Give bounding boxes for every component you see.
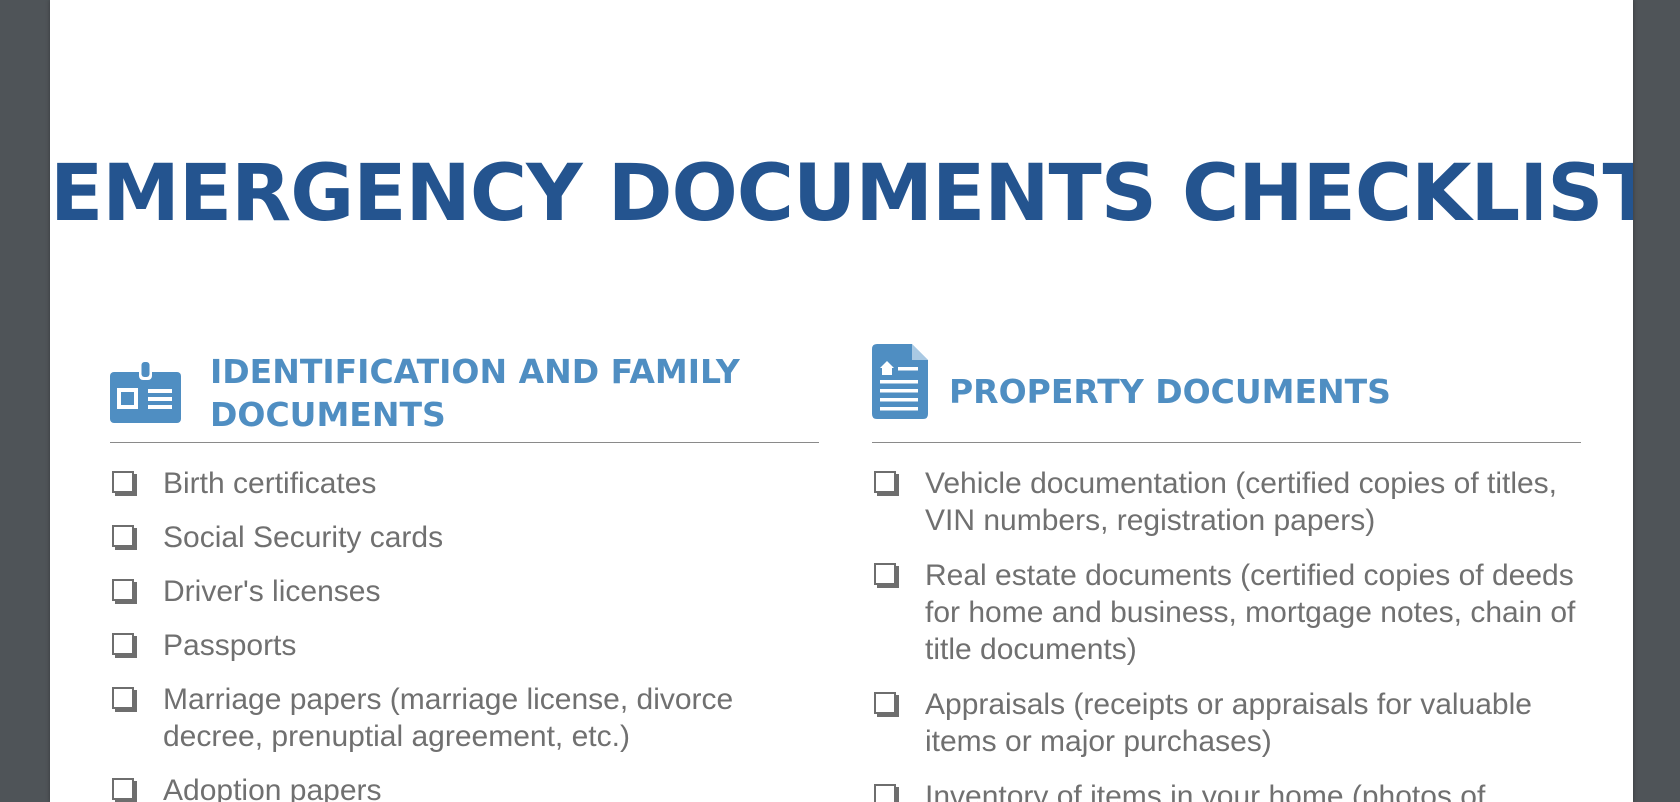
checklist: Birth certificates Social Security cards… — [110, 443, 819, 802]
checkbox[interactable] — [874, 784, 896, 802]
section-header: IDENTIFICATION AND FAMILY DOCUMENTS — [110, 338, 819, 443]
item-text: Real estate documents (certified copies … — [925, 559, 1576, 666]
item-text: Inventory of items in your home (photos … — [925, 780, 1486, 802]
checkbox[interactable] — [112, 525, 134, 547]
property-document-icon — [872, 344, 928, 424]
page-title: EMERGENCY DOCUMENTS CHECKLIST — [50, 149, 1633, 239]
checklist-item: Vehicle documentation (certified copies … — [872, 465, 1581, 539]
checkbox[interactable] — [112, 778, 134, 800]
checklist-item: Adoption papers — [110, 772, 819, 802]
section-identification-family: IDENTIFICATION AND FAMILY DOCUMENTS Birt… — [110, 338, 819, 802]
document-page: EMERGENCY DOCUMENTS CHECKLIST IDENTIFICA… — [50, 0, 1633, 802]
section-property: PROPERTY DOCUMENTS Vehicle documentation… — [872, 338, 1581, 802]
item-text: Driver's licenses — [163, 575, 381, 608]
checkbox[interactable] — [874, 563, 896, 585]
checklist: Vehicle documentation (certified copies … — [872, 443, 1581, 802]
section-title: PROPERTY DOCUMENTS — [949, 372, 1391, 411]
checklist-item: Real estate documents (certified copies … — [872, 557, 1581, 668]
checklist-item: Passports — [110, 627, 819, 664]
item-text: Birth certificates — [163, 467, 377, 500]
checkbox[interactable] — [874, 692, 896, 714]
section-header: PROPERTY DOCUMENTS — [872, 338, 1581, 443]
checklist-item: Birth certificates — [110, 465, 819, 502]
checklist-item: Social Security cards — [110, 519, 819, 556]
checkbox[interactable] — [112, 579, 134, 601]
item-text: Adoption papers — [163, 774, 382, 802]
checklist-item: Driver's licenses — [110, 573, 819, 610]
section-title: IDENTIFICATION AND FAMILY DOCUMENTS — [210, 352, 740, 434]
item-text: Social Security cards — [163, 521, 444, 554]
id-badge-icon — [110, 362, 181, 428]
checkbox[interactable] — [874, 471, 896, 493]
checklist-item: Inventory of items in your home (photos … — [872, 778, 1581, 802]
document-viewer[interactable]: EMERGENCY DOCUMENTS CHECKLIST IDENTIFICA… — [0, 0, 1680, 802]
checklist-item: Appraisals (receipts or appraisals for v… — [872, 686, 1581, 760]
item-text: Appraisals (receipts or appraisals for v… — [925, 688, 1532, 758]
item-text: Passports — [163, 629, 297, 662]
checkbox[interactable] — [112, 687, 134, 709]
checklist-item: Marriage papers (marriage license, divor… — [110, 681, 819, 755]
item-text: Marriage papers (marriage license, divor… — [163, 683, 734, 753]
item-text: Vehicle documentation (certified copies … — [925, 467, 1558, 537]
checkbox[interactable] — [112, 471, 134, 493]
checkbox[interactable] — [112, 633, 134, 655]
